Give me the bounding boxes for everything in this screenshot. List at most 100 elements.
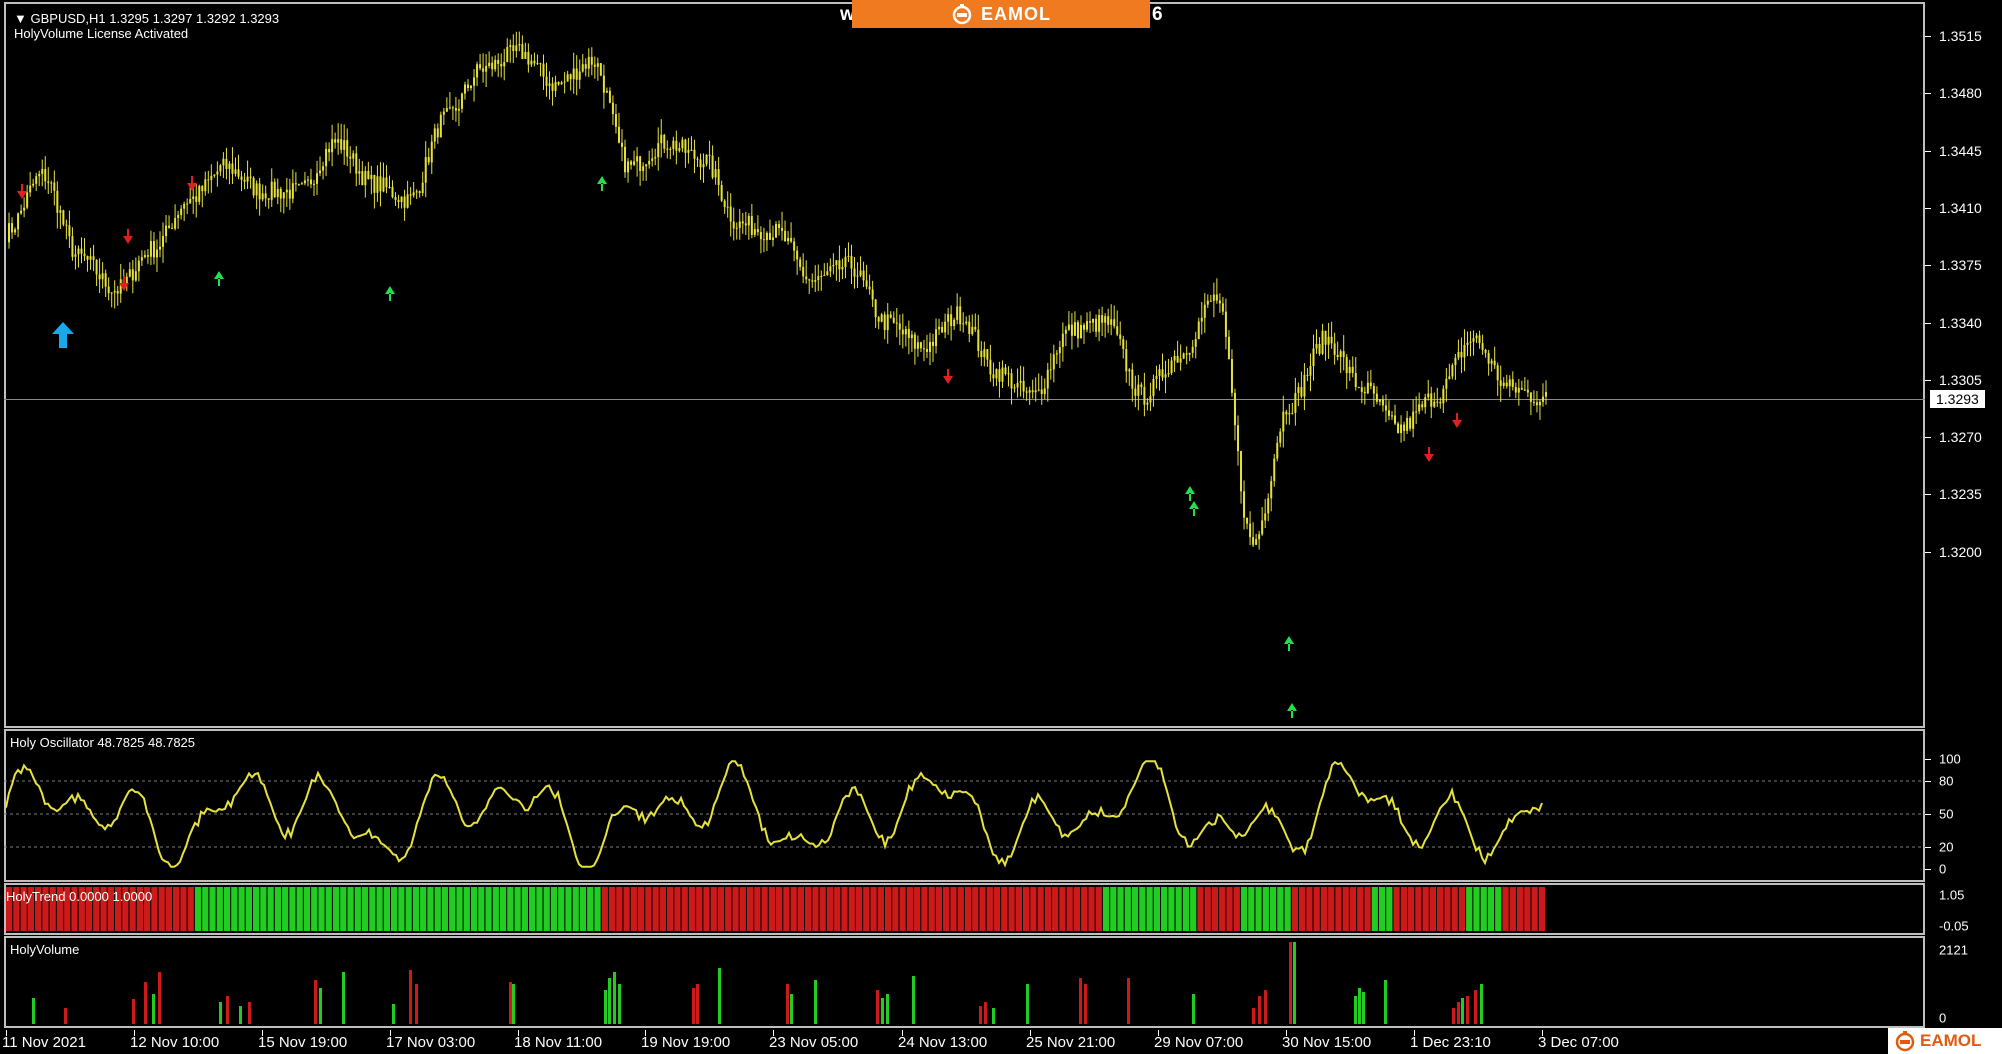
candle-body xyxy=(177,214,180,219)
candle-body xyxy=(1451,365,1454,377)
candle-body xyxy=(717,169,720,186)
candle-body xyxy=(512,45,515,51)
volume-chart[interactable] xyxy=(4,936,1925,1028)
trend-bar xyxy=(1044,887,1052,931)
candle-body xyxy=(778,224,781,228)
candle-body xyxy=(146,255,149,257)
candle-body xyxy=(1046,369,1049,389)
candle-body xyxy=(288,189,291,199)
trend-bar xyxy=(993,887,1001,931)
trend-bar xyxy=(1277,887,1284,931)
candle-body xyxy=(1164,374,1167,378)
candle-body xyxy=(276,188,279,198)
candle-body xyxy=(1043,388,1046,395)
candle-body xyxy=(1369,382,1372,386)
trend-bar xyxy=(1480,887,1487,931)
candle-body xyxy=(303,180,306,184)
candle-body xyxy=(642,166,645,171)
trend-bar xyxy=(674,887,681,931)
candle-body xyxy=(995,369,998,379)
candle-body xyxy=(1460,351,1463,358)
volume-bar xyxy=(1264,990,1267,1024)
candle-body xyxy=(1363,391,1366,394)
trend-bar xyxy=(1357,887,1364,931)
corner-logo-text: EAMOL xyxy=(1920,1031,1982,1050)
trend-bar xyxy=(601,887,608,931)
candle-body xyxy=(617,126,620,143)
trend-bar xyxy=(1531,887,1538,931)
trend-bar xyxy=(354,887,361,931)
candle-body xyxy=(986,349,989,360)
signal-arrows xyxy=(17,176,1462,718)
trend-bar xyxy=(369,887,376,931)
big-up-arrow-icon xyxy=(52,322,74,348)
candle-body xyxy=(1375,393,1378,402)
candle-body xyxy=(1122,339,1125,350)
candle-body xyxy=(744,223,747,226)
candle-body xyxy=(313,183,315,185)
oscillator-chart[interactable] xyxy=(4,729,1925,882)
candle-body xyxy=(521,44,524,59)
candle-body xyxy=(584,64,587,69)
candle-body xyxy=(92,256,95,260)
trend-bar xyxy=(1473,887,1480,931)
time-axis-label: 12 Nov 10:00 xyxy=(130,1034,220,1051)
oscillator-axis-label: 20 xyxy=(1939,839,1954,855)
candle-body xyxy=(977,329,980,351)
candle-body xyxy=(415,191,418,193)
candle-body xyxy=(1037,389,1040,391)
candle-body xyxy=(714,169,717,178)
ad-banner[interactable]: EAMOL xyxy=(852,0,1150,28)
oscillator-axis-label: 0 xyxy=(1939,861,1947,877)
trend-bar xyxy=(543,887,550,931)
candle-body xyxy=(1086,321,1089,330)
oscillator-axis-tick xyxy=(1925,869,1931,870)
candle-body xyxy=(989,359,992,375)
candle-body xyxy=(602,75,605,93)
candle-body xyxy=(944,321,947,333)
candle-body xyxy=(599,63,602,76)
trend-bar xyxy=(841,887,848,931)
candle-body xyxy=(11,223,14,233)
price-axis-tick xyxy=(1925,265,1931,267)
down-arrow-icon xyxy=(1424,447,1434,462)
volume-bar xyxy=(219,1002,222,1024)
price-axis-label: 1.3305 xyxy=(1939,371,1982,388)
trend-bar xyxy=(318,887,325,931)
volume-bar xyxy=(1252,1008,1255,1024)
candle-body xyxy=(1016,382,1019,388)
volume-bar xyxy=(132,999,135,1024)
candle-body xyxy=(572,68,575,80)
candle-body xyxy=(358,171,361,174)
candle-body xyxy=(775,224,777,238)
volume-bar xyxy=(1466,996,1469,1024)
candle-body xyxy=(1478,335,1481,344)
trend-bar xyxy=(187,887,194,931)
candle-body xyxy=(759,232,762,240)
trend-bar xyxy=(979,887,986,931)
candle-body xyxy=(741,221,744,224)
price-chart[interactable] xyxy=(4,2,1925,728)
trend-bar xyxy=(347,887,354,931)
candle-body xyxy=(1137,384,1140,396)
candle-body xyxy=(152,241,155,258)
candle-body xyxy=(143,255,146,258)
trend-chart[interactable] xyxy=(4,883,1925,935)
candle-body xyxy=(802,266,805,277)
trend-bar xyxy=(434,887,441,931)
candle-body xyxy=(962,323,965,325)
candle-body xyxy=(35,176,38,184)
candle-body xyxy=(796,250,799,260)
volume-bar xyxy=(239,1006,242,1024)
candle-body xyxy=(829,266,832,272)
candle-body xyxy=(1496,365,1499,381)
candle-body xyxy=(1025,391,1028,393)
candle-body xyxy=(424,157,427,183)
trend-bar xyxy=(1008,887,1015,931)
trend-bar xyxy=(1364,887,1371,931)
candle-body xyxy=(826,271,829,276)
candle-body xyxy=(605,90,608,93)
candle-body xyxy=(1418,404,1421,412)
eamol-logo-icon xyxy=(952,4,972,25)
trend-bar xyxy=(1487,887,1495,931)
